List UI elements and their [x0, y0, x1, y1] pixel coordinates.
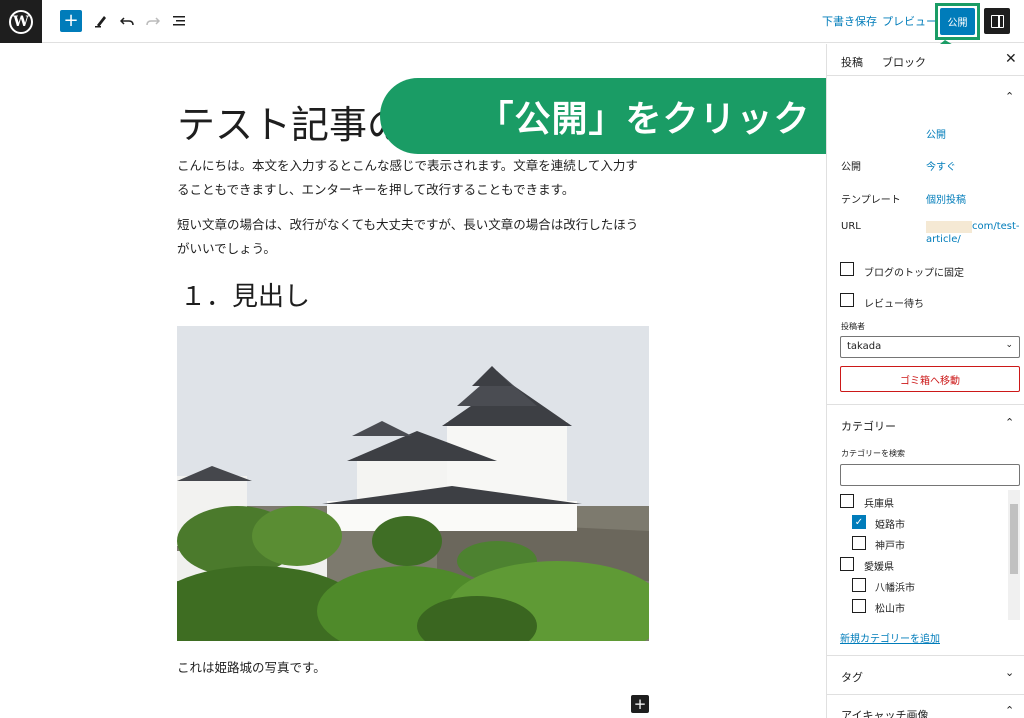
wordpress-logo[interactable]: W: [0, 0, 42, 43]
undo-icon[interactable]: [117, 11, 137, 31]
url-label: URL: [841, 221, 861, 232]
featured-image-title[interactable]: アイキャッチ画像: [841, 707, 928, 718]
divider: [827, 404, 1024, 405]
redo-icon[interactable]: [143, 11, 163, 31]
sticky-checkbox[interactable]: [840, 262, 854, 276]
paragraph-block[interactable]: 短い文章の場合は、改行がなくても大丈夫ですが、長い文章の場合は改行したほうがいい…: [177, 213, 647, 261]
author-value: takada: [847, 341, 882, 352]
category-search-label: カテゴリーを検索: [841, 449, 905, 458]
category-label: 兵庫県: [864, 499, 894, 510]
sticky-label: ブログのトップに固定: [864, 268, 964, 279]
template-label: テンプレート: [841, 195, 901, 206]
category-checkbox[interactable]: [840, 494, 854, 508]
heading-block[interactable]: １．見出し: [180, 276, 310, 313]
publish-button[interactable]: 公開: [940, 8, 975, 35]
author-label: 投稿者: [841, 322, 865, 331]
category-label: 姫路市: [875, 520, 905, 531]
category-checkbox[interactable]: [852, 536, 866, 550]
chevron-up-icon[interactable]: ⌃: [1005, 704, 1014, 717]
category-list: 兵庫県 ✓ 姫路市 神戸市 愛媛県 八幡浜市 松山市: [827, 490, 1024, 620]
category-checkbox[interactable]: [852, 578, 866, 592]
url-redacted: [926, 221, 972, 233]
pending-review-label: レビュー待ち: [864, 299, 924, 310]
tab-post[interactable]: 投稿: [841, 54, 863, 70]
chevron-up-icon[interactable]: ⌃: [1005, 416, 1014, 429]
block-inserter-button[interactable]: +: [631, 695, 649, 713]
publish-label: 公開: [841, 162, 861, 173]
url-value-line2[interactable]: article/: [926, 234, 961, 245]
pending-review-checkbox[interactable]: [840, 293, 854, 307]
preview-link[interactable]: プレビュー: [882, 13, 937, 29]
template-value[interactable]: 個別投稿: [926, 191, 966, 206]
author-select[interactable]: takada ⌄: [840, 336, 1020, 358]
move-to-trash-button[interactable]: ゴミ箱へ移動: [840, 366, 1020, 392]
settings-sidebar: 投稿 ブロック ✕ ⌃ 公開 公開 今すぐ テンプレート 個別投稿 URL co…: [826, 44, 1024, 718]
category-search-input[interactable]: [840, 464, 1020, 486]
tags-title[interactable]: タグ: [841, 669, 863, 685]
image-block[interactable]: [177, 326, 649, 641]
visibility-value[interactable]: 公開: [926, 126, 946, 141]
category-checkbox-checked[interactable]: ✓: [852, 515, 866, 529]
save-draft-link[interactable]: 下書き保存: [822, 13, 877, 29]
url-value[interactable]: com/test-: [972, 221, 1020, 232]
chevron-up-icon[interactable]: ⌃: [1005, 90, 1014, 103]
add-block-button[interactable]: +: [60, 10, 82, 32]
settings-toggle-button[interactable]: [984, 8, 1010, 34]
chevron-down-icon[interactable]: ⌄: [1005, 666, 1014, 679]
category-label: 愛媛県: [864, 562, 894, 573]
categories-title[interactable]: カテゴリー: [841, 418, 896, 434]
sidebar-icon: [990, 14, 1004, 28]
category-scrollbar[interactable]: [1008, 490, 1020, 620]
add-category-link[interactable]: 新規カテゴリーを追加: [840, 630, 940, 645]
close-icon[interactable]: ✕: [1005, 51, 1017, 67]
category-checkbox[interactable]: [840, 557, 854, 571]
divider: [827, 694, 1024, 695]
chevron-down-icon: ⌄: [1005, 340, 1013, 350]
category-label: 神戸市: [875, 541, 905, 552]
divider: [827, 655, 1024, 656]
category-label: 松山市: [875, 604, 905, 615]
wordpress-icon: W: [9, 9, 33, 34]
scrollbar-thumb[interactable]: [1010, 504, 1018, 574]
publish-date-value[interactable]: 今すぐ: [926, 158, 956, 173]
tab-block[interactable]: ブロック: [882, 54, 926, 70]
category-checkbox[interactable]: [852, 599, 866, 613]
paragraph-block[interactable]: こんにちは。本文を入力するとこんな感じで表示されます。文章を連続して入力すること…: [177, 154, 647, 202]
castle-photo: [177, 326, 649, 641]
sidebar-tabs: 投稿 ブロック ✕: [827, 44, 1024, 76]
top-toolbar: W + 下書き保存 プレビュー 公開: [0, 0, 1024, 43]
post-title[interactable]: テスト記事の: [177, 94, 405, 149]
list-view-icon[interactable]: [169, 11, 189, 31]
category-label: 八幡浜市: [875, 583, 915, 594]
pencil-icon[interactable]: [91, 11, 111, 31]
image-caption[interactable]: これは姫路城の写真です。: [177, 657, 326, 676]
